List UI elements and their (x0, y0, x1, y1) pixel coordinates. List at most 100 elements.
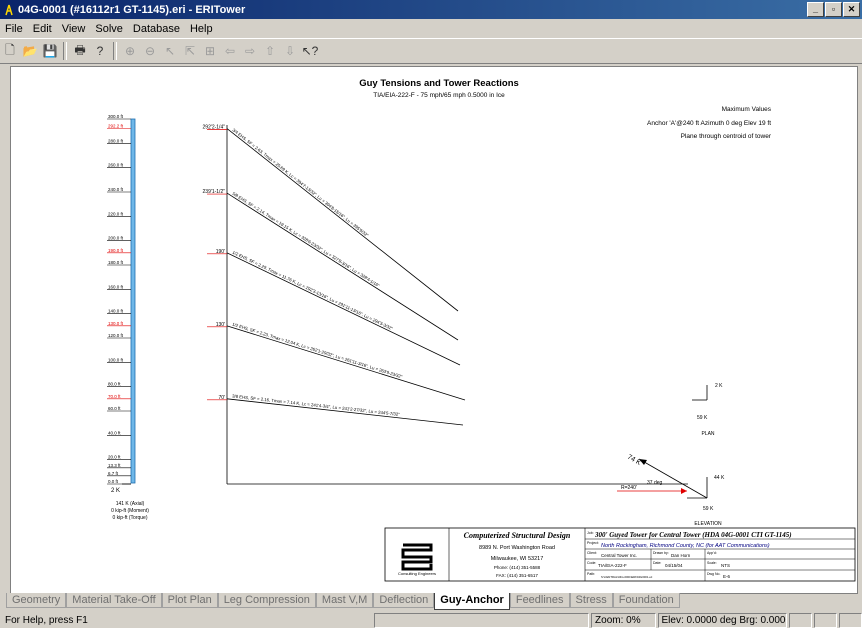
company-phone: Phone: (414) 351-5588 (494, 565, 541, 570)
menu-view[interactable]: View (57, 23, 91, 35)
elevation-label: 20.0 ft (108, 455, 121, 460)
status-pane-empty (839, 612, 862, 628)
tab-foundation[interactable]: Foundation (612, 593, 680, 608)
guy-wires: 292'2-1/4" 3/4 EHS, SF = 2.63, Tmax = 25.… (203, 125, 466, 426)
select-icon[interactable]: ↖ (160, 41, 180, 61)
logo-caption: Consulting Engineers (398, 571, 436, 576)
anchor-tension-label: 74 K (626, 454, 642, 467)
context-help-icon[interactable]: ↖? (300, 41, 320, 61)
elevation-label: 160.0 ft (108, 284, 124, 289)
elevation-label: 6.7 ft (108, 471, 119, 476)
tab-mast-v-m[interactable]: Mast V,M (315, 593, 374, 608)
pan-up-icon[interactable]: ⇧ (260, 41, 280, 61)
app-icon (5, 4, 13, 15)
tower-mast (130, 118, 136, 484)
elevation-label: 260.0 ft (108, 163, 124, 168)
guy-wire-label: 1/2 EHS, SF = 2.29, Tmax = 11.76 K, Lc =… (232, 250, 395, 332)
tab-material-take-off[interactable]: Material Take-Off (66, 593, 162, 608)
elevation-label: 60.0 ft (108, 406, 121, 411)
guy-attach-label: 70' (218, 395, 225, 401)
status-bar: For Help, press F1 Zoom: 0% Elev: 0.0000… (0, 612, 862, 628)
base-shear-label: 2 K (111, 488, 120, 494)
dwg-no-label: Dwg No. (707, 572, 720, 576)
drawn-by-value: Dan Horn (671, 553, 691, 558)
anchor-guy-resultant (638, 458, 708, 499)
pan-left-icon[interactable]: ⇦ (220, 41, 240, 61)
tab-plot-plan[interactable]: Plot Plan (161, 593, 218, 608)
maximize-button[interactable]: ▫ (825, 2, 842, 17)
elevation-label: 200.0 ft (108, 236, 124, 241)
elevation-label: 280.0 ft (108, 138, 124, 143)
save-icon[interactable]: 💾 (40, 41, 60, 61)
anchor-arrowhead (681, 488, 687, 494)
elevation-labels: 300.0 ft 292.2 ft 280.0 ft 260.0 ft 240.0 ft… (107, 114, 131, 485)
tab-stress[interactable]: Stress (569, 593, 613, 608)
pan-right-icon[interactable]: ⇨ (240, 41, 260, 61)
status-pane-empty (789, 612, 813, 628)
project-value: North Rockingham, Richmond County, NC (f… (601, 543, 770, 549)
company-name: Computerized Structural Design (464, 531, 571, 540)
pan-down-icon[interactable]: ⇩ (280, 41, 300, 61)
elevation-label: 40.0 ft (108, 430, 121, 435)
elevation-label: 13.3 ft (108, 463, 121, 468)
menu-help[interactable]: Help (185, 23, 218, 35)
date-label: Date: (653, 561, 661, 565)
elevation-label: 80.0 ft (108, 382, 121, 387)
toolbar: 🗋 📂 💾 🖶 ? ⊕ ⊖ ↖ ⇱ ⊞ ⇦ ⇨ ⇧ ⇩ ↖? (0, 38, 862, 64)
menu-solve[interactable]: Solve (90, 23, 128, 35)
status-zoom: Zoom: 0% (591, 612, 656, 628)
elevation-label: 292.2 ft (108, 123, 124, 128)
path-label: Path: (587, 572, 595, 576)
dwg-no-value: E-6 (723, 574, 731, 579)
plan-top-label: 2 K (715, 383, 723, 389)
open-folder-icon[interactable]: 📂 (20, 41, 40, 61)
tab-leg-compression[interactable]: Leg Compression (217, 593, 316, 608)
guy-attach-label: 239'1-1/2" (203, 189, 226, 195)
elevation-label: 70.0 ft (108, 394, 121, 399)
guy-wire-label: 5/8 EHS, SF = 2.14, Tmax = 19.15 K, Lc =… (231, 191, 380, 289)
drawing-title: Guy Tensions and Tower Reactions (359, 78, 519, 89)
close-button[interactable]: ✕ (843, 2, 860, 17)
zoom-in-icon[interactable]: ⊕ (120, 41, 140, 61)
elevation-label: 220.0 ft (108, 211, 124, 216)
tab-feedlines[interactable]: Feedlines (509, 593, 570, 608)
guy-tension-drawing: Guy Tensions and Tower Reactions TIA/EIA… (107, 78, 856, 582)
menu-file[interactable]: File (0, 23, 28, 35)
guy-wire-label: 3/4 EHS, SF = 2.63, Tmax = 25.69 K, Lc =… (231, 127, 369, 238)
anchor-horizontal-label: 59 K (703, 506, 714, 512)
zoom-out-icon[interactable]: ⊖ (140, 41, 160, 61)
elevation-label: 120.0 ft (108, 333, 124, 338)
guy-attach-label: 130' (216, 322, 225, 328)
guy-attach-label: 292'2-1/4" (203, 125, 226, 131)
tab-geometry[interactable]: Geometry (6, 593, 67, 608)
pointer-icon[interactable]: ⇱ (180, 41, 200, 61)
max-values-line: Maximum Values (722, 106, 772, 113)
company-fax: FAX: (414) 351-6517 (496, 573, 538, 578)
about-icon[interactable]: ? (90, 41, 110, 61)
elevation-label: 130.0 ft (108, 321, 124, 326)
appd-label: App'd: (707, 551, 717, 555)
toolbar-separator (113, 42, 117, 60)
date-value: 04/15/04 (665, 563, 683, 568)
job-title: 300' Guyed Tower for Central Tower (HDA … (594, 531, 792, 539)
menu-database[interactable]: Database (128, 23, 185, 35)
max-values-line: Plane through centroid of tower (681, 133, 772, 140)
print-icon[interactable]: 🖶 (70, 41, 90, 61)
tab-deflection[interactable]: Deflection (373, 593, 435, 608)
fit-icon[interactable]: ⊞ (200, 41, 220, 61)
project-label: Project: (587, 541, 599, 545)
guy-wire-line (226, 252, 461, 366)
base-moment-label: 0 kip-ft (Moment) (111, 508, 149, 514)
drawing-canvas[interactable]: Guy Tensions and Tower Reactions TIA/EIA… (10, 66, 858, 594)
company-address-2: Milwaukee, WI 53217 (491, 556, 544, 562)
tab-guy-anchor[interactable]: Guy-Anchor (434, 593, 510, 610)
status-pane-empty (814, 612, 838, 628)
guy-attach-label: 190' (216, 249, 225, 255)
elevation-label: 190.0 ft (108, 248, 124, 253)
elevation-view-label: ELEVATION (694, 521, 722, 527)
minimize-button[interactable]: _ (807, 2, 824, 17)
plan-view-label: PLAN (701, 431, 714, 437)
guy-wire-line (226, 398, 464, 426)
new-file-icon[interactable]: 🗋 (0, 41, 20, 61)
menu-edit[interactable]: Edit (28, 23, 57, 35)
